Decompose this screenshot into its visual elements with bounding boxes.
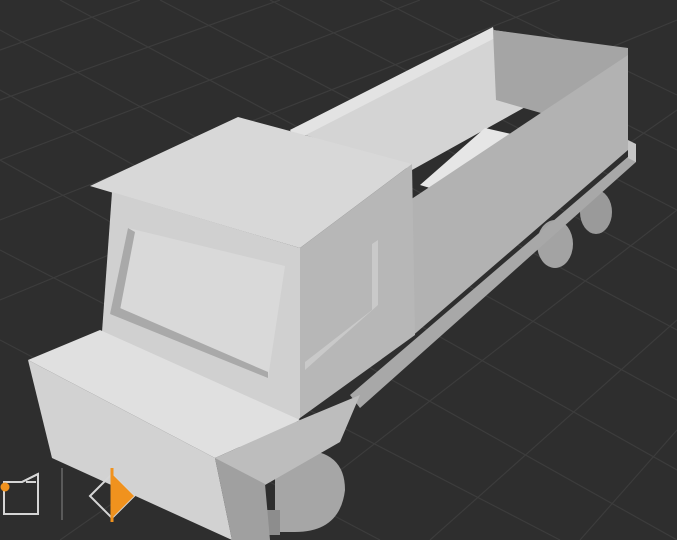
diamond-keyframe-icon bbox=[88, 468, 136, 522]
3d-viewport[interactable] bbox=[0, 0, 677, 540]
grid-line bbox=[0, 0, 281, 101]
view-cube-button[interactable] bbox=[0, 468, 44, 518]
scene-canvas[interactable] bbox=[0, 0, 677, 540]
cube-icon bbox=[0, 472, 39, 515]
viewport-toolbar bbox=[0, 462, 150, 522]
keyframe-button[interactable] bbox=[84, 464, 136, 522]
grid-line bbox=[579, 429, 677, 540]
grid-line bbox=[0, 0, 141, 51]
grid-line bbox=[429, 319, 677, 540]
toolbar-divider bbox=[61, 468, 63, 520]
